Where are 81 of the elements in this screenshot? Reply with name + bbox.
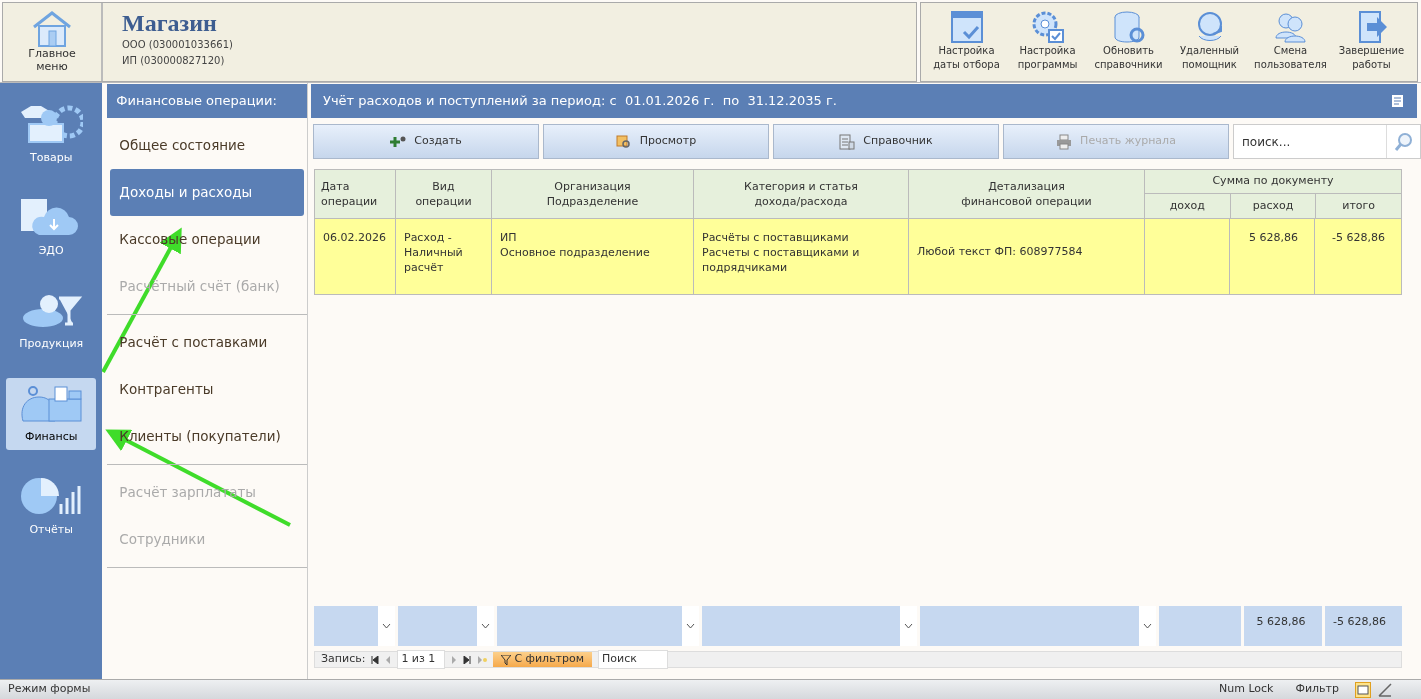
record-position-field[interactable]: 1 из 1 <box>397 650 446 669</box>
organization-label: ИП (030000827120) <box>122 54 226 68</box>
table-cell: 5 628,86 <box>1230 219 1315 294</box>
status-filter: Фильтр <box>1295 681 1339 698</box>
table-cell-text: -5 628,86 <box>1331 230 1386 246</box>
column-header: расход <box>1230 194 1317 218</box>
toolbar-button[interactable]: Удаленный помощник <box>1169 3 1250 81</box>
total-cell: 5 628,86 <box>1244 606 1322 646</box>
pie-chart-icon <box>19 475 84 516</box>
sidebar-item[interactable]: Финансы <box>6 378 97 450</box>
gear-icon <box>1030 10 1065 44</box>
search-box[interactable]: Поиск <box>598 650 669 669</box>
filter-dropdown[interactable] <box>314 606 395 646</box>
previous-record-icon[interactable] <box>385 655 392 664</box>
menu-item[interactable]: Общее состояние <box>110 122 304 169</box>
chevron-down-icon <box>904 623 913 629</box>
next-record-icon[interactable] <box>451 655 458 664</box>
chevron-down-icon <box>686 623 695 629</box>
sidebar-item[interactable]: Товары <box>6 99 97 171</box>
column-header: Категория и статья дохода/расхода <box>694 170 909 218</box>
sidebar-item[interactable]: Продукция <box>6 285 97 357</box>
filter-dropdown[interactable] <box>497 606 699 646</box>
table-cell: Расчёты с поставщиками Расчеты с поставщиками и подрядчиками <box>694 219 909 294</box>
first-record-icon[interactable] <box>371 655 380 664</box>
filter-dropdown[interactable] <box>702 606 917 646</box>
column-header: Детализация финансовой операции <box>909 170 1145 218</box>
sidebar-item[interactable]: ЭДО <box>6 192 97 264</box>
page-title: Учёт расходов и поступлений за период: с 01.01.2026 г. по 31.12.2035 г. <box>323 92 837 111</box>
funnel-icon <box>501 654 512 665</box>
toolbar-button[interactable]: Смена пользователя <box>1250 3 1331 81</box>
filter-dropdown[interactable] <box>920 606 1156 646</box>
app-title: Магазин <box>122 9 218 37</box>
table-icon <box>839 133 856 150</box>
column-header: доход <box>1145 194 1231 218</box>
table-cell: ИП Основное подразделение <box>492 219 694 294</box>
filter-toggle[interactable]: С фильтром <box>493 652 593 667</box>
database-icon <box>1111 10 1146 44</box>
column-header: Дата операции <box>315 170 396 218</box>
chevron-down-icon <box>382 623 391 629</box>
magnifier-form-icon <box>615 134 632 149</box>
column-header: Организация Подразделение <box>492 170 694 218</box>
form-view-icon[interactable] <box>1355 681 1371 698</box>
notepad-icon <box>1391 94 1405 108</box>
toolbar-button[interactable]: Обновить справочники <box>1088 3 1169 81</box>
toolbar-button[interactable]: Настройка даты отбора <box>926 3 1007 81</box>
house-icon <box>32 11 72 47</box>
toolbar-button[interactable]: Завершение работы <box>1331 3 1412 81</box>
menu-item[interactable]: Расчёт с поставками <box>110 319 304 366</box>
action-button[interactable]: Справочник <box>773 124 999 159</box>
total-cell: -5 628,86 <box>1324 606 1402 646</box>
chevron-down-icon <box>1143 623 1152 629</box>
menu-header: Финансовые операции: <box>107 84 307 118</box>
table-cell: Расход - Наличный расчёт <box>396 219 492 294</box>
search-icon <box>1393 131 1414 152</box>
users-icon <box>1273 10 1308 44</box>
status-numlock: Num Lock <box>1218 681 1274 698</box>
design-view-icon[interactable] <box>1377 681 1393 698</box>
table-cell: Любой текст ФП: 608977584 <box>909 219 1145 294</box>
search-field[interactable]: поиск... <box>1234 125 1386 158</box>
status-mode: Режим формы <box>8 681 92 698</box>
organization-label: ООО (030001033661) <box>122 38 233 52</box>
home-button[interactable]: Главное меню <box>3 3 103 81</box>
chevron-down-icon <box>481 623 490 629</box>
plus-icon <box>390 134 407 149</box>
printer-icon <box>1056 133 1073 150</box>
menu-item[interactable]: Контрагенты <box>110 366 304 413</box>
column-header: итого <box>1341 197 1377 214</box>
column-header: Вид операции <box>396 170 492 218</box>
calendar-icon <box>949 10 984 44</box>
column-group-header: Сумма по документу <box>1145 170 1401 194</box>
action-button[interactable]: Просмотр <box>543 124 769 159</box>
action-button[interactable]: Создать <box>313 124 539 159</box>
record-label: Запись: <box>321 651 366 668</box>
search-box[interactable]: поиск... <box>1233 124 1421 159</box>
menu-item[interactable]: Доходы и расходы <box>110 169 304 216</box>
filter-dropdown[interactable] <box>398 606 494 646</box>
sidebar-item[interactable]: Отчёты <box>6 471 97 543</box>
table-cell: 06.02.2026 <box>315 219 396 294</box>
last-record-icon[interactable] <box>463 655 472 664</box>
toolbar-button[interactable]: Настройка программы <box>1007 3 1088 81</box>
new-record-icon[interactable] <box>477 655 488 664</box>
